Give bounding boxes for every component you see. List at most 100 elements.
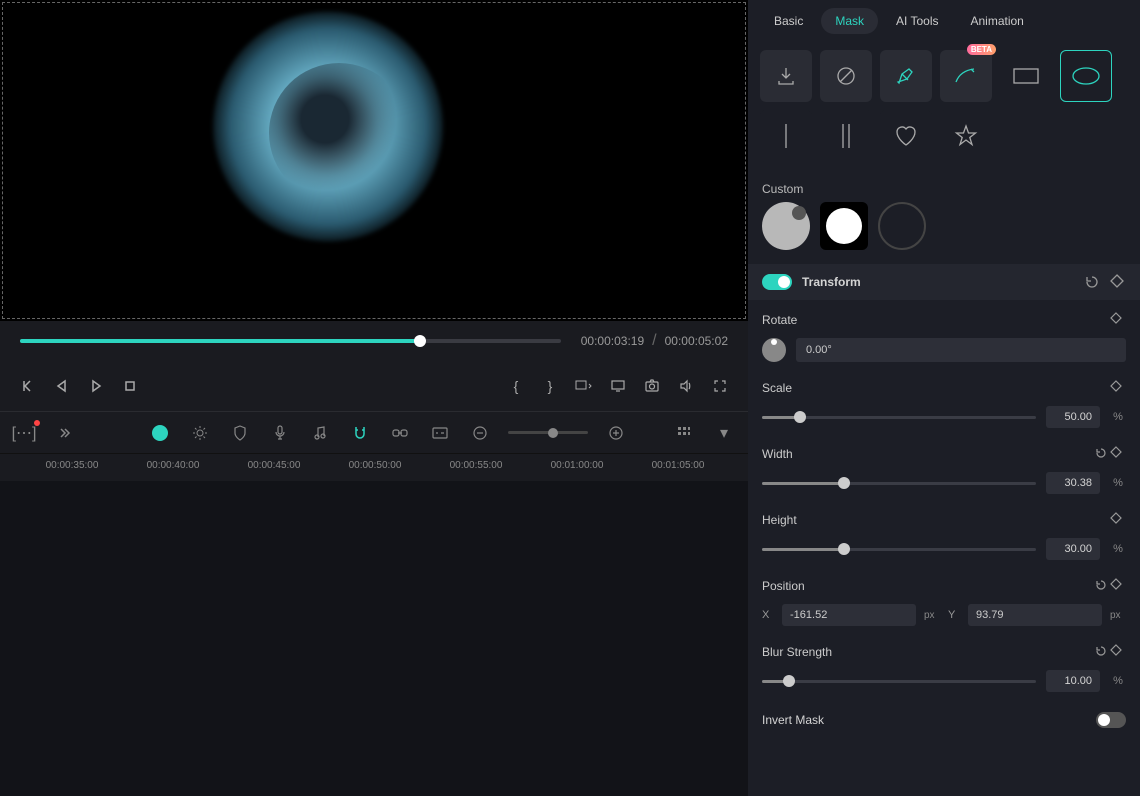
custom-label: Custom (748, 170, 1140, 202)
time-mark: 00:00:55:00 (450, 460, 503, 471)
rotate-group: Rotate 0.00° (748, 300, 1140, 368)
total-time: 00:00:05:02 (665, 334, 728, 348)
rotate-dial[interactable] (762, 338, 786, 362)
playback-progress[interactable] (20, 339, 561, 343)
reset-icon[interactable] (1084, 274, 1100, 290)
caption-icon[interactable] (428, 421, 452, 445)
width-value[interactable]: 30.38 (1046, 472, 1100, 494)
tab-animation[interactable]: Animation (956, 8, 1037, 34)
blur-value[interactable]: 10.00 (1046, 670, 1100, 692)
zoom-slider[interactable] (508, 431, 588, 434)
y-label: Y (948, 609, 960, 621)
grid-view-icon[interactable] (672, 421, 696, 445)
transform-title: Transform (802, 275, 861, 289)
timeline-tracks[interactable] (0, 481, 748, 796)
blur-group: Blur Strength 10.00 % (748, 632, 1140, 698)
height-unit: % (1110, 543, 1126, 555)
mic-icon[interactable] (268, 421, 292, 445)
sun-icon[interactable] (188, 421, 212, 445)
mask-shape-grid: BETA (748, 42, 1140, 170)
transform-toggle[interactable] (762, 274, 792, 290)
x-label: X (762, 609, 774, 621)
mask-single-line-button[interactable] (760, 110, 812, 162)
custom-mask-add[interactable] (762, 202, 810, 250)
bracket-tool-icon[interactable]: [⋯] (12, 421, 36, 445)
shield-icon[interactable] (228, 421, 252, 445)
preview-viewport[interactable] (2, 2, 746, 319)
height-label: Height (762, 513, 797, 527)
aspect-dropdown[interactable] (572, 374, 596, 398)
ai-globe-icon[interactable] (148, 421, 172, 445)
blur-unit: % (1110, 675, 1126, 687)
transform-header: Transform (748, 264, 1140, 300)
reset-icon[interactable] (1094, 644, 1110, 660)
time-separator: / (652, 332, 656, 350)
tab-ai-tools[interactable]: AI Tools (882, 8, 952, 34)
mask-preview-figure (269, 63, 409, 203)
panel-tabs: Basic Mask AI Tools Animation (748, 0, 1140, 42)
rotate-label: Rotate (762, 313, 797, 327)
mask-none-button[interactable] (820, 50, 872, 102)
magnet-icon[interactable] (348, 421, 372, 445)
width-slider[interactable] (762, 482, 1036, 485)
zoom-out-button[interactable] (468, 421, 492, 445)
position-group: Position X -161.52 px Y 93.79 px (748, 566, 1140, 632)
custom-mask-circle[interactable] (820, 202, 868, 250)
tab-basic[interactable]: Basic (760, 8, 817, 34)
mask-double-line-button[interactable] (820, 110, 872, 162)
keyframe-icon[interactable] (1110, 312, 1126, 328)
mask-ellipse-button[interactable] (1060, 50, 1112, 102)
keyframe-icon[interactable] (1110, 644, 1126, 660)
time-mark: 00:00:40:00 (147, 460, 200, 471)
height-group: Height 30.00 % (748, 500, 1140, 566)
reset-icon[interactable] (1094, 578, 1110, 594)
brace-open-button[interactable]: { (504, 374, 528, 398)
play-button[interactable] (84, 374, 108, 398)
keyframe-icon[interactable] (1110, 578, 1126, 594)
mask-pen-button[interactable] (880, 50, 932, 102)
position-y-input[interactable]: 93.79 (968, 604, 1102, 626)
scale-value[interactable]: 50.00 (1046, 406, 1100, 428)
scale-slider[interactable] (762, 416, 1036, 419)
blur-label: Blur Strength (762, 645, 832, 659)
keyframe-icon[interactable] (1110, 274, 1126, 290)
time-mark: 00:00:35:00 (46, 460, 99, 471)
brace-close-button[interactable]: } (538, 374, 562, 398)
link-icon[interactable] (388, 421, 412, 445)
time-mark: 00:00:45:00 (248, 460, 301, 471)
keyframe-icon[interactable] (1110, 446, 1126, 462)
prev-frame-button[interactable] (16, 374, 40, 398)
blur-slider[interactable] (762, 680, 1036, 683)
mask-brush-button[interactable]: BETA (940, 50, 992, 102)
volume-button[interactable] (674, 374, 698, 398)
external-display-button[interactable] (606, 374, 630, 398)
upload-icon (792, 206, 806, 220)
reset-icon[interactable] (1094, 446, 1110, 462)
position-x-input[interactable]: -161.52 (782, 604, 916, 626)
mask-rectangle-button[interactable] (1000, 50, 1052, 102)
width-label: Width (762, 447, 793, 461)
play-backward-button[interactable] (50, 374, 74, 398)
music-icon[interactable] (308, 421, 332, 445)
snapshot-button[interactable] (640, 374, 664, 398)
custom-masks-row (748, 202, 1140, 264)
custom-mask-empty[interactable] (878, 202, 926, 250)
mask-heart-button[interactable] (880, 110, 932, 162)
rotate-value[interactable]: 0.00° (796, 338, 1126, 362)
record-indicator-icon (34, 420, 40, 426)
dropdown-icon[interactable]: ▾ (712, 421, 736, 445)
tab-mask[interactable]: Mask (821, 8, 878, 34)
keyframe-icon[interactable] (1110, 512, 1126, 528)
height-value[interactable]: 30.00 (1046, 538, 1100, 560)
mask-star-button[interactable] (940, 110, 992, 162)
expand-icon[interactable] (52, 421, 76, 445)
stop-button[interactable] (118, 374, 142, 398)
invert-toggle[interactable] (1096, 712, 1126, 728)
fullscreen-button[interactable] (708, 374, 732, 398)
zoom-in-button[interactable] (604, 421, 628, 445)
height-slider[interactable] (762, 548, 1036, 551)
keyframe-icon[interactable] (1110, 380, 1126, 396)
invert-mask-row: Invert Mask (748, 698, 1140, 742)
timeline-ruler[interactable]: 00:00:35:00 00:00:40:00 00:00:45:00 00:0… (0, 453, 748, 481)
mask-import-button[interactable] (760, 50, 812, 102)
